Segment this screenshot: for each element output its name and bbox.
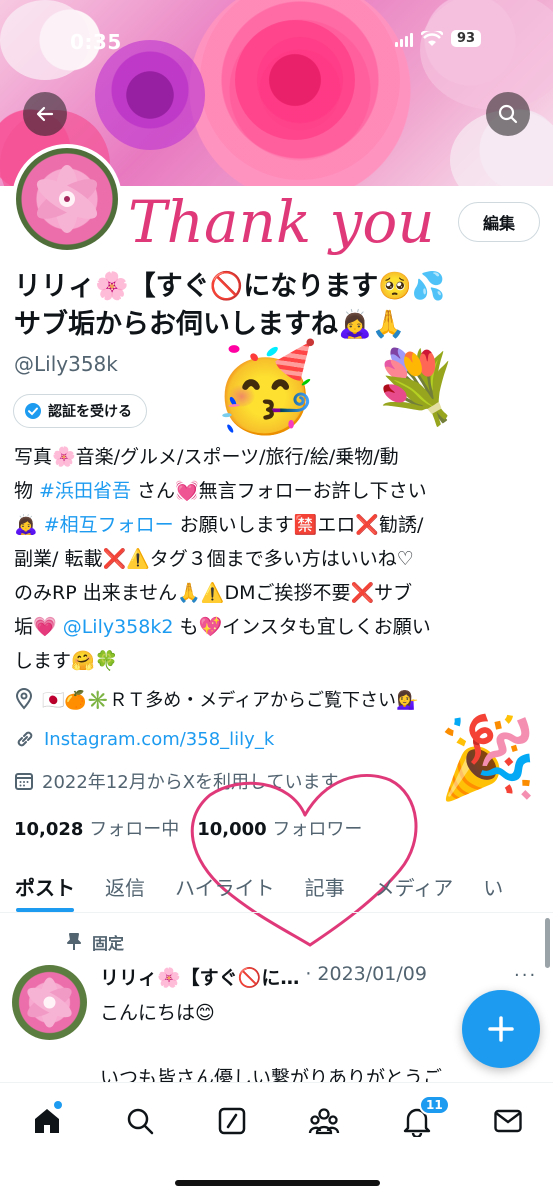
post-text-line-1: こんにちは😊 (100, 1002, 215, 1024)
post-author-name[interactable]: リリィ🌸【すぐ🚫に… (100, 963, 299, 990)
search-button[interactable] (486, 92, 530, 136)
following-label: フォロー中 (89, 819, 180, 840)
bio-line: 物 #浜田省吾 さん💓無言フォローお許し下さい (14, 480, 427, 502)
location-row: 🇯🇵🍊✳️ＲＴ多め・メディアからご覧下さい💁‍♀️ (14, 686, 418, 712)
sub-account-mention-link[interactable]: @Lily358k2 (63, 616, 174, 638)
calendar-icon (15, 773, 33, 790)
arrow-left-icon (36, 106, 54, 122)
tab-likes[interactable]: い (468, 860, 518, 912)
compose-post-button[interactable] (462, 990, 540, 1068)
wifi-icon (421, 30, 443, 46)
thank-you-overlay-text: Thank you (128, 188, 435, 256)
display-name: リリィ🌸【すぐ🚫になります🥺💦 サブ垢からお伺いしますね🙇‍♀️🙏 (14, 268, 534, 344)
grok-icon (218, 1107, 246, 1135)
profile-bio: 写真🌸音楽/グルメ/スポーツ/旅行/絵/乗物/動 物 #浜田省吾 さん💓無言フォ… (14, 440, 534, 678)
post-header: リリィ🌸【すぐ🚫に… · 2023/01/09 (100, 963, 427, 990)
status-indicators: 93 (395, 30, 481, 47)
nav-communities[interactable] (304, 1101, 344, 1141)
following-count: 10,028 (14, 819, 84, 840)
profile-avatar[interactable] (12, 144, 122, 254)
user-handle: @Lily358k (14, 352, 118, 376)
tab-highlights[interactable]: ハイライト (160, 860, 290, 912)
mail-icon (494, 1109, 522, 1133)
pin-icon (67, 933, 81, 950)
nav-search[interactable] (120, 1101, 160, 1141)
edit-profile-button[interactable]: 編集 (458, 202, 540, 242)
bio-line: 🙇‍♀️ #相互フォロー お願いします🈲エロ❌勧誘/ (14, 514, 424, 536)
bio-line: します🤗🍀 (14, 650, 119, 672)
bouquet-sticker: 💐 (372, 346, 460, 428)
home-indicator-bar (175, 1180, 380, 1186)
communities-icon (308, 1108, 340, 1135)
party-face-sticker: 🥳 (212, 338, 320, 438)
location-text: 🇯🇵🍊✳️ＲＴ多め・メディアからご覧下さい💁‍♀️ (42, 690, 419, 711)
following-stat[interactable]: 10,028 フォロー中 (14, 815, 179, 841)
nav-notifications[interactable]: 11 (397, 1095, 450, 1141)
lily-flower-icon (27, 977, 72, 1028)
cellular-signal-icon (395, 31, 413, 47)
bio-line: 写真🌸音楽/グルメ/スポーツ/旅行/絵/乗物/動 (14, 446, 399, 468)
back-button[interactable] (23, 92, 67, 136)
tab-replies[interactable]: 返信 (90, 860, 160, 912)
home-unread-dot (54, 1101, 62, 1109)
display-name-line-1: リリィ🌸【すぐ🚫になります🥺💦 (14, 271, 446, 302)
get-verified-button[interactable]: 認証を受ける (13, 394, 147, 428)
website-row: Instagram.com/358_lily_k (14, 728, 274, 750)
link-icon (17, 731, 33, 747)
location-pin-icon (15, 688, 33, 710)
post-more-options[interactable]: ··· (514, 965, 537, 986)
website-link[interactable]: Instagram.com/358_lily_k (44, 729, 274, 750)
get-verified-label: 認証を受ける (48, 404, 132, 420)
verified-badge-icon (25, 403, 41, 419)
home-icon (35, 1109, 59, 1133)
nav-messages[interactable] (488, 1101, 528, 1141)
post-date[interactable]: · 2023/01/09 (305, 963, 427, 990)
nav-home[interactable] (27, 1101, 67, 1141)
pinned-label: 固定 (92, 934, 125, 953)
plus-icon (488, 1016, 514, 1042)
hashtag-hamada-link[interactable]: #浜田省吾 (39, 480, 131, 502)
profile-tabs: ポスト 返信 ハイライト 記事 メディア い (0, 860, 553, 913)
scrollbar[interactable] (545, 918, 550, 968)
bio-line: のみRP 出来ません🙏⚠️DMご挨拶不要❌サブ (14, 582, 413, 604)
bio-line: 副業/ 転載❌⚠️タグ３個まで多い方はいいね♡ (14, 548, 414, 570)
post-author-avatar[interactable] (12, 965, 87, 1040)
search-icon (127, 1108, 154, 1135)
lily-flower-icon (36, 165, 98, 233)
party-popper-sticker: 🎉 (438, 711, 538, 804)
tab-media[interactable]: メディア (360, 860, 469, 912)
search-icon (498, 104, 518, 124)
battery-indicator: 93 (451, 30, 481, 47)
bio-line: 垢💗 @Lily358k2 も💖インスタも宜しくお願い (14, 616, 431, 638)
tab-posts[interactable]: ポスト (0, 860, 90, 912)
tab-articles[interactable]: 記事 (290, 860, 360, 912)
nav-grok[interactable] (212, 1101, 252, 1141)
notification-count-badge: 11 (419, 1095, 450, 1115)
status-time: 0:35 (70, 30, 122, 54)
pinned-indicator: 固定 (66, 930, 124, 954)
hashtag-mutual-follow-link[interactable]: #相互フォロー (44, 514, 174, 536)
